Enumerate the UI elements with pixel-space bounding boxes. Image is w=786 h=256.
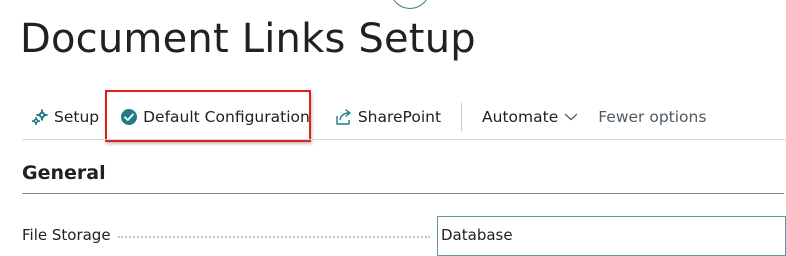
section-divider [22,193,784,194]
file-storage-label: File Storage [22,226,111,244]
sharepoint-label: SharePoint [357,108,442,126]
automate-label: Automate [482,108,559,126]
setup-label: Setup [54,108,100,126]
action-separator [461,103,463,131]
fewer-options-button[interactable]: Fewer options [598,98,706,136]
top-decoration-icon [390,0,430,9]
divider [22,139,786,140]
fewer-options-label: Fewer options [598,108,707,126]
gears-icon [30,107,50,127]
file-storage-value: Database [441,226,513,244]
share-arrow-icon [334,107,354,127]
section-title-general[interactable]: General [22,162,106,184]
sharepoint-button[interactable]: SharePoint [334,98,441,136]
chevron-down-icon [564,112,578,122]
setup-button[interactable]: Setup [30,98,99,136]
page-title: Document Links Setup [20,16,476,62]
highlight-box [105,90,311,142]
field-leader-dots [118,236,430,238]
automate-menu-button[interactable]: Automate [482,98,578,136]
